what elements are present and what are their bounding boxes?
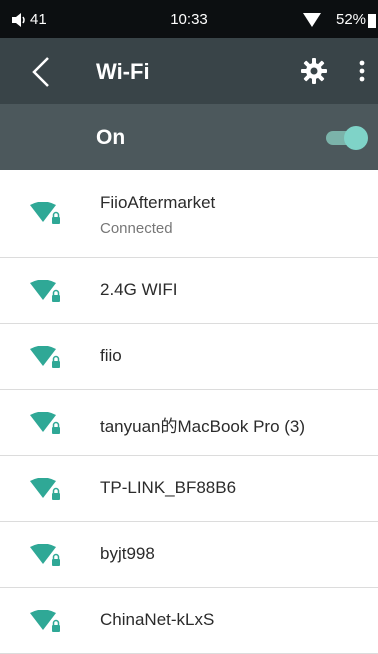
battery-level: 52% (336, 11, 367, 28)
network-item[interactable]: FiioAftermarket Connected (0, 170, 378, 258)
chevron-left-icon[interactable] (30, 56, 54, 88)
network-item[interactable]: tanyuan的MacBook Pro (3) (0, 390, 378, 456)
network-item[interactable]: TP-LINK_BF88B6 (0, 456, 378, 522)
network-item[interactable]: byjt998 (0, 522, 378, 588)
switch-thumb (344, 126, 368, 150)
wifi-toggle-row[interactable]: On (0, 104, 378, 170)
network-list: FiioAftermarket Connected 2.4G WIFI fiio… (0, 170, 378, 654)
wifi-lock-icon (30, 610, 60, 632)
wifi-lock-icon (30, 478, 60, 500)
wifi-lock-icon (30, 280, 60, 302)
wifi-toggle-label: On (96, 126, 126, 149)
wifi-toggle-switch[interactable] (326, 126, 368, 150)
wifi-lock-icon (30, 544, 60, 566)
network-name: FiioAftermarket (100, 193, 216, 212)
network-item[interactable]: ChinaNet-kLxS (0, 588, 378, 654)
gear-icon[interactable] (301, 58, 327, 84)
network-name: 2.4G WIFI (100, 280, 178, 299)
network-name: TP-LINK_BF88B6 (100, 478, 237, 497)
network-name: fiio (100, 346, 122, 365)
wifi-lock-icon (30, 346, 60, 368)
wifi-status-icon (303, 13, 321, 27)
page-title: Wi-Fi (96, 59, 150, 84)
network-item[interactable]: 2.4G WIFI (0, 258, 378, 324)
network-item[interactable]: fiio (0, 324, 378, 390)
network-name: ChinaNet-kLxS (100, 610, 215, 629)
network-name: byjt998 (100, 544, 155, 563)
wifi-lock-icon (30, 412, 60, 434)
toolbar: Wi-Fi (0, 38, 378, 104)
network-status: Connected (100, 220, 173, 237)
network-name: tanyuan的MacBook Pro (3) (100, 417, 306, 436)
status-time: 10:33 (170, 11, 208, 28)
wifi-lock-icon (30, 202, 60, 224)
more-vert-icon[interactable] (352, 58, 372, 84)
battery-icon (368, 14, 376, 28)
status-bar: 41 10:33 52% (0, 0, 378, 38)
